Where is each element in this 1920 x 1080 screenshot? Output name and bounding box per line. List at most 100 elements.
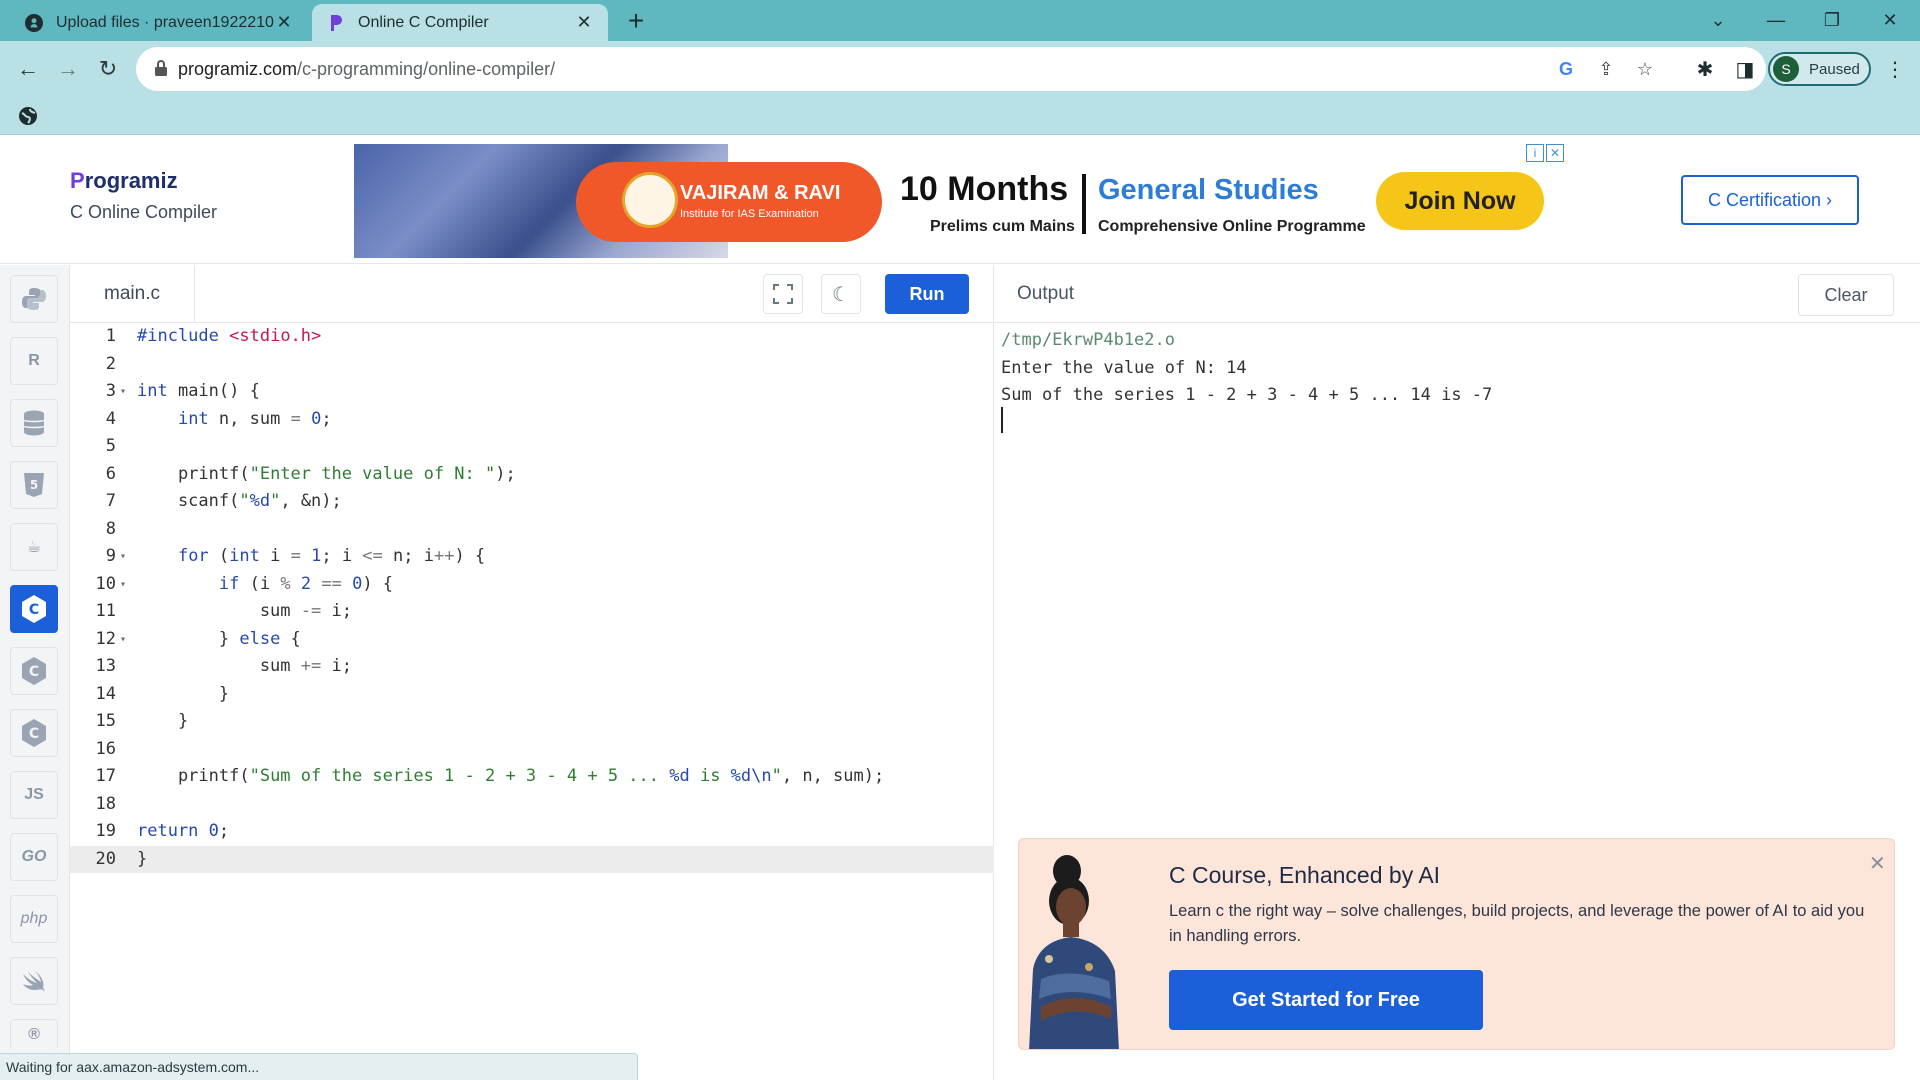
code-line: 1 #include <stdio.h> <box>105 326 322 346</box>
cpp-icon[interactable]: C <box>10 647 58 695</box>
avatar: S <box>1773 56 1799 82</box>
clear-button[interactable]: Clear <box>1798 274 1894 316</box>
ad-close-icon[interactable]: ✕ <box>1546 144 1564 162</box>
c-language-icon[interactable]: C <box>10 585 58 633</box>
close-tab-icon[interactable]: ✕ <box>274 12 294 33</box>
language-sidebar: R 5 ☕ C C C JS GO php ® <box>0 265 70 1080</box>
svg-text:5: 5 <box>30 478 38 492</box>
code-editor-panel: main.c ☾ Run 1 #include <stdio.h> 2 3 ▾ int… <box>70 265 994 1080</box>
code-line: 11 sum -= i; <box>95 601 352 621</box>
sql-database-icon[interactable] <box>10 399 58 447</box>
programiz-logo[interactable]: Programiz <box>70 168 217 194</box>
code-line: 9 ▾ for (int i = 1; i <= n; i++) { <box>105 546 486 566</box>
side-panel-icon[interactable]: ◨ <box>1730 54 1760 84</box>
browser-tab-github[interactable]: Upload files · praveen192221089 ✕ <box>10 4 308 41</box>
code-line: 17 printf("Sum of the series 1 - 2 + 3 -… <box>95 766 885 786</box>
globe-icon[interactable] <box>18 106 38 131</box>
code-line: 10 ▾ if (i % 2 == 0) { <box>95 573 394 594</box>
ad-duration: 10 Months <box>900 170 1069 208</box>
ad-course-title: General Studies <box>1098 174 1319 206</box>
site-header: Programiz C Online Compiler VAJIRAM & RA… <box>0 136 1920 264</box>
dark-mode-moon-icon[interactable]: ☾ <box>821 274 861 314</box>
code-line: 14 } <box>95 683 230 704</box>
reload-icon[interactable]: ↻ <box>90 51 126 87</box>
javascript-icon[interactable]: JS <box>10 771 58 819</box>
html5-icon[interactable]: 5 <box>10 461 58 509</box>
svg-text:C: C <box>29 602 39 618</box>
r-language-icon[interactable]: R <box>10 337 58 385</box>
get-started-button[interactable]: Get Started for Free <box>1169 970 1483 1030</box>
url-text: programiz.com/c-programming/online-compi… <box>178 59 556 79</box>
go-icon[interactable]: GO <box>10 833 58 881</box>
code-line: 2 <box>105 353 116 374</box>
ad-brand-name: VAJIRAM & RAVI <box>680 182 841 204</box>
address-bar[interactable]: programiz.com/c-programming/online-compi… <box>136 47 1766 91</box>
close-tab-icon[interactable]: ✕ <box>574 12 594 33</box>
browser-toolbar: ← → ↻ programiz.com/c-programming/online… <box>0 41 1920 97</box>
new-tab-button[interactable]: + <box>622 6 650 36</box>
ad-info-icon[interactable]: i <box>1526 144 1544 162</box>
minimize-button[interactable]: — <box>1748 0 1804 41</box>
code-line: 7 scanf("%d", &n); <box>105 491 342 511</box>
ad-join-button[interactable]: Join Now <box>1376 172 1544 230</box>
python-icon[interactable] <box>10 275 58 323</box>
profile-button[interactable]: S Paused <box>1768 52 1871 86</box>
lock-icon[interactable] <box>154 59 168 82</box>
extensions-puzzle-icon[interactable]: ✱ <box>1690 54 1720 84</box>
run-button[interactable]: Run <box>885 274 969 314</box>
file-tab-main-c[interactable]: main.c <box>70 265 195 323</box>
github-icon <box>24 13 44 33</box>
back-icon[interactable]: ← <box>10 51 46 87</box>
tab-title: Upload files · praveen192221089 <box>56 13 274 31</box>
close-window-button[interactable]: ✕ <box>1862 0 1918 41</box>
rust-icon[interactable]: ® <box>10 1019 58 1049</box>
browser-tab-compiler[interactable]: Online C Compiler ✕ <box>312 4 608 41</box>
brand[interactable]: Programiz C Online Compiler <box>70 168 217 223</box>
code-line: 8 <box>105 518 116 539</box>
output-line: Enter the value of N: 14 <box>1001 357 1247 378</box>
share-icon[interactable]: ⇪ <box>1594 57 1618 81</box>
browser-tabbar: Upload files · praveen192221089 ✕ Online… <box>0 0 1920 41</box>
code-line: 18 <box>95 793 116 814</box>
code-line: 19 return 0; <box>95 821 230 841</box>
java-icon[interactable]: ☕ <box>10 523 58 571</box>
output-toolbar: Output Clear <box>995 265 1920 323</box>
restore-button[interactable]: ❐ <box>1804 0 1860 41</box>
page-subtitle: C Online Compiler <box>70 202 218 222</box>
profile-status: Paused <box>1809 60 1860 78</box>
browser-status-bar: Waiting for aax.amazon-adsystem.com... <box>0 1053 638 1080</box>
menu-kebab-icon[interactable]: ⋮ <box>1880 54 1910 84</box>
google-translate-icon[interactable]: G <box>1554 57 1578 81</box>
promo-title: C Course, Enhanced by AI <box>1169 862 1441 888</box>
code-line: 5 <box>105 436 116 456</box>
programiz-favicon-icon <box>326 13 346 33</box>
svg-text:C: C <box>29 726 39 742</box>
code-area[interactable]: 1 #include <stdio.h> 2 3 ▾ int main() { 4 i… <box>70 323 994 873</box>
php-icon[interactable]: php <box>10 895 58 943</box>
console-output[interactable]: /tmp/EkrwP4b1e2.o Enter the value of N: 1… <box>1001 327 1492 410</box>
output-line: Sum of the series 1 - 2 + 3 - 4 + 5 ... … <box>1001 385 1493 405</box>
code-line-current: 20} <box>70 845 994 873</box>
c-certification-button[interactable]: C Certification › <box>1681 175 1859 225</box>
bookmarks-bar <box>0 97 1920 135</box>
forward-icon[interactable]: → <box>50 51 86 87</box>
tab-title: Online C Compiler <box>358 13 489 31</box>
code-line: 6 printf("Enter the value of N: "); <box>105 463 516 484</box>
code-line: 16 <box>95 738 116 759</box>
ad-brand-pill: VAJIRAM & RAVI Institute for IAS Examina… <box>576 162 882 242</box>
close-icon[interactable]: ✕ <box>1869 851 1886 876</box>
ad-brand-tagline: Institute for IAS Examination <box>680 208 819 220</box>
fullscreen-icon[interactable] <box>763 274 803 314</box>
ad-divider <box>1082 174 1086 234</box>
ad-programme: Comprehensive Online Programme <box>1098 218 1366 235</box>
code-line: 12 ▾ } else { <box>95 628 301 649</box>
banner-ad[interactable]: VAJIRAM & RAVI Institute for IAS Examina… <box>354 144 1567 258</box>
output-line: /tmp/EkrwP4b1e2.o <box>1001 330 1175 350</box>
tab-search-icon[interactable]: ⌄ <box>1690 0 1746 41</box>
swift-icon[interactable] <box>10 957 58 1005</box>
output-title: Output <box>1017 283 1075 304</box>
bookmark-star-icon[interactable]: ☆ <box>1633 57 1657 81</box>
course-promo-card: C Course, Enhanced by AI Learn c the rig… <box>1018 838 1895 1050</box>
csharp-icon[interactable]: C <box>10 709 58 757</box>
ad-choices[interactable]: i ✕ <box>1526 144 1566 164</box>
